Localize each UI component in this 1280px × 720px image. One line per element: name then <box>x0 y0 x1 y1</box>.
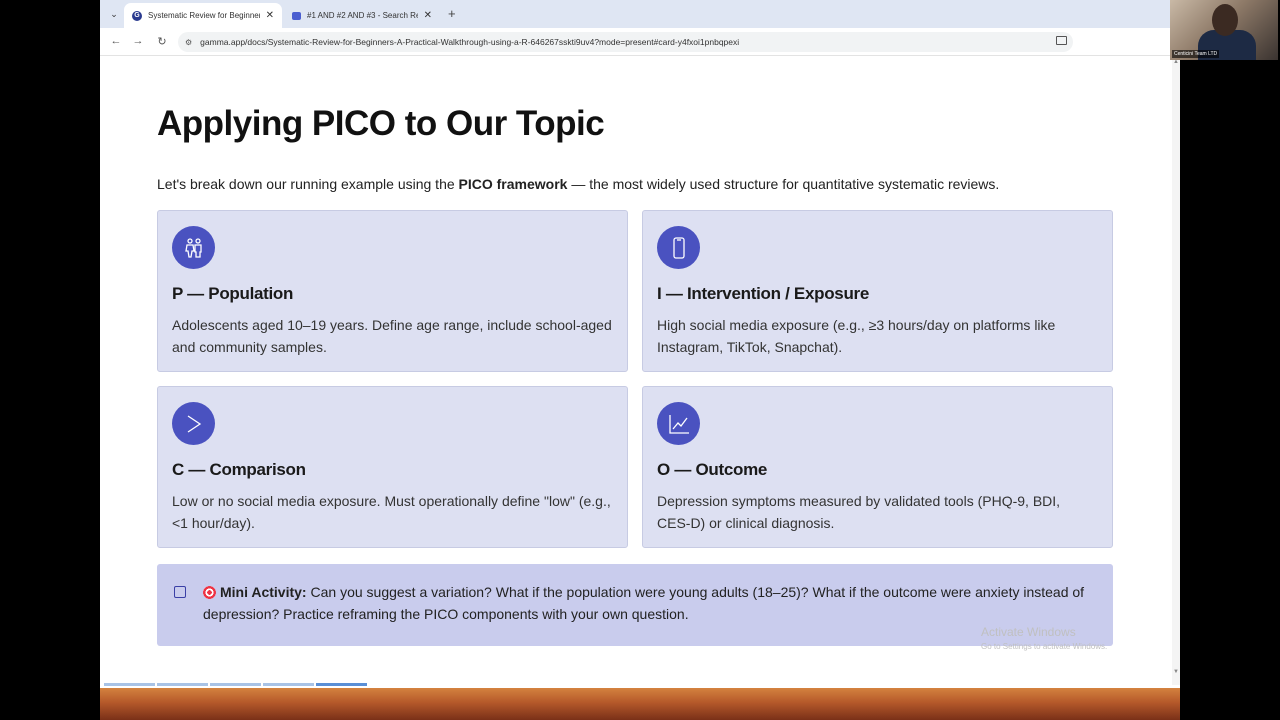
reload-icon[interactable]: ↻ <box>155 35 169 48</box>
pubmed-favicon-icon <box>292 11 301 20</box>
chart-line-icon <box>657 402 700 445</box>
new-tab-button[interactable]: + <box>448 6 456 21</box>
activity-text: Mini Activity: Can you suggest a variati… <box>203 581 1093 625</box>
scroll-down-icon[interactable]: ▼ <box>1172 669 1180 675</box>
tab-search-results[interactable]: #1 AND #2 AND #3 - Search Results ✕ <box>284 3 440 28</box>
back-arrow-icon[interactable]: ← <box>109 35 123 47</box>
browser-window: ⌄ G Systematic Review for Beginners ✕ #1… <box>100 0 1278 688</box>
intro-text-start: Let's break down our running example usi… <box>157 176 459 192</box>
gamma-favicon-icon: G <box>132 10 142 21</box>
desktop-background <box>100 688 1180 720</box>
progress-segment[interactable] <box>263 683 314 686</box>
intro-text-end: — the most widely used structure for qua… <box>567 176 1000 192</box>
card-body: Depression symptoms measured by validate… <box>657 493 1061 531</box>
close-tab-icon[interactable]: ✕ <box>424 10 432 21</box>
tab-title: #1 AND #2 AND #3 - Search Results <box>307 11 418 20</box>
intro-text: Let's break down our running example usi… <box>157 176 999 192</box>
address-bar[interactable]: ⚙ gamma.app/docs/Systematic-Review-for-B… <box>178 32 1073 52</box>
presenter-head <box>1212 4 1238 36</box>
intro-text-bold: PICO framework <box>458 176 568 192</box>
pico-card-intervention: I — Intervention / Exposure High social … <box>642 210 1113 372</box>
tab-title: Systematic Review for Beginners <box>148 11 260 20</box>
windows-activation-watermark: Activate Windows Go to Settings to activ… <box>981 625 1107 651</box>
url-text: gamma.app/docs/Systematic-Review-for-Beg… <box>200 37 740 47</box>
install-app-icon[interactable] <box>1056 36 1067 45</box>
target-icon <box>203 586 216 599</box>
card-body: Low or no social media exposure. Must op… <box>172 493 611 531</box>
phone-icon <box>657 226 700 269</box>
slide-progress-bar[interactable] <box>100 683 1172 686</box>
scrollbar[interactable]: ▲ ▼ <box>1172 57 1180 685</box>
webcam-overlay: Centicini Team LTD <box>1170 0 1278 60</box>
pico-card-population: P — Population Adolescents aged 10–19 ye… <box>157 210 628 372</box>
progress-segment[interactable] <box>104 683 155 686</box>
webcam-label: Centicini Team LTD <box>1172 50 1220 58</box>
card-title: P — Population <box>172 284 294 303</box>
chevron-right-icon <box>172 402 215 445</box>
address-toolbar: ← → ↻ ⚙ gamma.app/docs/Systematic-Review… <box>100 28 1180 56</box>
tab-bar: ⌄ G Systematic Review for Beginners ✕ #1… <box>100 0 1180 28</box>
page-title: Applying PICO to Our Topic <box>157 104 605 143</box>
close-tab-icon[interactable]: ✕ <box>266 10 274 21</box>
progress-segment[interactable] <box>157 683 208 686</box>
activity-body: Can you suggest a variation? What if the… <box>203 584 1085 622</box>
site-info-icon[interactable]: ⚙ <box>185 38 192 47</box>
progress-segment[interactable] <box>210 683 261 686</box>
progress-segment[interactable] <box>316 683 367 686</box>
pico-card-outcome: O — Outcome Depression symptoms measured… <box>642 386 1113 548</box>
mini-activity-callout: Mini Activity: Can you suggest a variati… <box>157 564 1113 646</box>
tab-systematic-review[interactable]: G Systematic Review for Beginners ✕ <box>124 3 282 28</box>
card-title: C — Comparison <box>172 460 306 479</box>
note-icon <box>174 586 186 598</box>
watermark-subtitle: Go to Settings to activate Windows. <box>981 642 1108 651</box>
activity-label: Mini Activity: <box>220 584 307 600</box>
card-title: I — Intervention / Exposure <box>657 284 869 303</box>
watermark-title: Activate Windows <box>981 625 1076 639</box>
card-body: Adolescents aged 10–19 years. Define age… <box>172 317 612 355</box>
left-letterbox <box>0 0 100 720</box>
pico-card-comparison: C — Comparison Low or no social media ex… <box>157 386 628 548</box>
card-title: O — Outcome <box>657 460 768 479</box>
people-icon <box>172 226 215 269</box>
tab-search-icon[interactable]: ⌄ <box>106 6 122 22</box>
right-letterbox <box>1180 0 1280 720</box>
card-body: High social media exposure (e.g., ≥3 hou… <box>657 317 1056 355</box>
forward-arrow-icon[interactable]: → <box>131 35 145 47</box>
gamma-presentation: Applying PICO to Our Topic Let's break d… <box>100 57 1172 686</box>
